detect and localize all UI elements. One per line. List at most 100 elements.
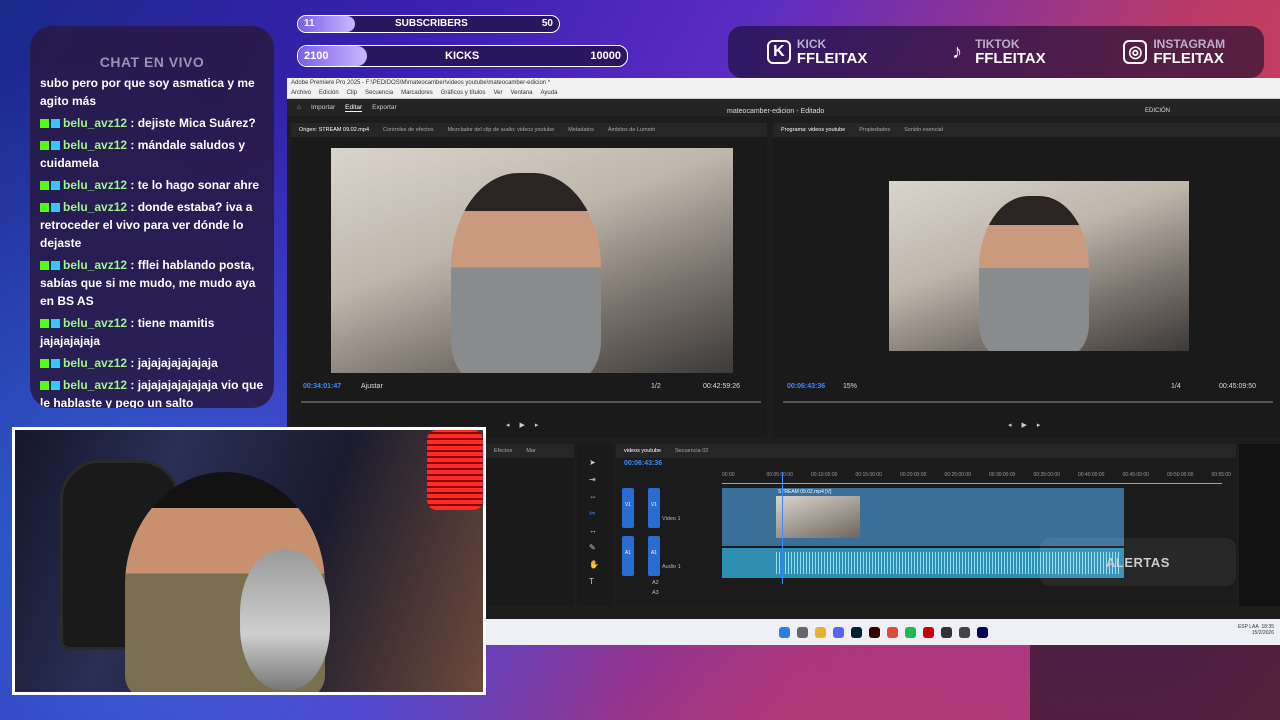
kicks-target: 10000 [590,50,621,62]
step-forward-icon[interactable]: ▸ [1037,421,1041,429]
source-person [451,173,601,373]
illustrator-icon[interactable] [868,626,880,638]
tab-import[interactable]: Importar [311,104,335,111]
photoshop-icon[interactable] [850,626,862,638]
tab-edit[interactable]: Editar [345,104,363,112]
alerts-box: ALERTAS [1040,538,1236,586]
program-zoom-select[interactable]: 15% [843,383,857,390]
track-a1-target[interactable]: A1 [648,536,660,576]
track-v1-target[interactable]: V1 [648,488,660,528]
chat-message: belu_avz12 : jajajajajajajaja vio que le… [40,376,264,408]
source-resolution[interactable]: 1/2 [651,383,661,390]
panel-tab[interactable]: Metadatos [568,127,594,133]
hand-tool-icon[interactable]: ✋ [589,556,601,573]
app-icon-2[interactable] [958,626,970,638]
source-timecode[interactable]: 00:34:01:47 [303,383,341,390]
subscriber-badge-icon [51,261,60,270]
program-scrubber[interactable] [783,401,1273,403]
ruler-tick-label: 00:40:00:00 [1078,472,1105,478]
social-instagram: ◎ INSTAGRAM FFLEITAX [1123,38,1225,66]
chat-username[interactable]: belu_avz12 [63,178,127,192]
chrome-icon[interactable] [886,626,898,638]
track-v1-source[interactable]: V1 [622,488,634,528]
timeline-ruler[interactable]: 00:00 00:05:00:00 00:10:00:00 00:15:00:00 00… [722,472,1231,484]
panel-tab[interactable]: Ámbitos de Lumetri [608,127,655,133]
bottom-right-shade [1030,645,1280,720]
program-video [889,181,1189,351]
obs-icon[interactable] [940,626,952,638]
panel-tab[interactable]: Sonido esencial [904,127,943,133]
step-back-icon[interactable]: ◂ [1008,421,1012,429]
type-tool-icon[interactable]: T [589,573,601,590]
spotify-icon[interactable] [904,626,916,638]
kick-badge-icon [40,119,49,128]
menu-item[interactable]: Gráficos y títulos [441,90,486,97]
chat-username[interactable]: belu_avz12 [63,138,127,152]
chat-username[interactable]: belu_avz12 [63,356,127,370]
tab-markers[interactable]: Mar [526,448,535,454]
ruler-tick-label: 00:20:00:00 [900,472,927,478]
slip-tool-icon[interactable]: ↔ [589,522,601,539]
program-person [979,196,1089,351]
effects-panel: Efectos Mar [486,444,574,606]
program-timecode[interactable]: 00:06:43:36 [787,383,825,390]
premiere-icon[interactable] [976,626,988,638]
ruler-tick-label: 00:30:00:00 [989,472,1016,478]
tab-export[interactable]: Exportar [372,104,397,111]
playhead[interactable] [782,472,783,584]
chat-username[interactable]: belu_avz12 [63,378,127,392]
windows-start-icon[interactable] [778,626,790,638]
pen-tool-icon[interactable]: ✎ [589,539,601,556]
kick-badge-icon [40,203,49,212]
menu-item[interactable]: Archivo [291,90,311,97]
track-a1-source[interactable]: A1 [622,536,634,576]
chat-text: : te lo hago sonar ahre [127,178,260,192]
chat-message: belu_avz12 : te lo hago sonar ahre [40,176,264,194]
home-icon[interactable]: ⌂ [297,104,301,111]
panel-tab[interactable]: Controles de efectos [383,127,433,133]
timeline-timecode[interactable]: 00:06:43:36 [624,460,662,467]
tab-effects[interactable]: Efectos [494,448,512,454]
menu-item[interactable]: Secuencia [365,90,393,97]
source-monitor: Origen: STREAM 09.02.mp4 Controles de efe… [291,123,767,438]
project-title: mateocamber-edicion - Editado [727,108,825,115]
app-icon[interactable] [922,626,934,638]
play-icon[interactable]: ▶ [520,421,525,429]
menu-item[interactable]: Edición [319,90,339,97]
search-icon[interactable] [796,626,808,638]
subscribers-current: 11 [304,18,315,29]
chat-username[interactable]: belu_avz12 [63,200,127,214]
step-forward-icon[interactable]: ▸ [535,421,539,429]
discord-icon[interactable] [832,626,844,638]
chat-username[interactable]: belu_avz12 [63,316,127,330]
panel-tab[interactable]: Propiedades [859,127,890,133]
menu-item[interactable]: Clip [347,90,357,97]
source-scrubber[interactable] [301,401,761,403]
razor-tool-icon[interactable]: ✂ [589,505,601,522]
ruler-tick-label: 00:00 [722,472,735,478]
audio-meters [1239,444,1280,606]
panel-tab[interactable]: Origen: STREAM 09.02.mp4 [299,127,369,133]
workspace-edition[interactable]: EDICIÓN [1145,108,1170,114]
chat-username[interactable]: belu_avz12 [63,116,127,130]
menu-item[interactable]: Ayuda [541,90,558,97]
program-resolution[interactable]: 1/4 [1171,383,1181,390]
play-icon[interactable]: ▶ [1022,421,1027,429]
chat-username[interactable]: belu_avz12 [63,258,127,272]
window-title: Adobe Premiere Pro 2025 - F:\PEDIDOS\M\m… [287,78,1280,89]
tab-sequence-02[interactable]: Secuencia 02 [675,448,708,454]
selection-tool-icon[interactable]: ➤ [589,454,601,471]
panel-tab[interactable]: Mezclador del clip de audio: videos yout… [447,127,554,133]
ruler-tick-label: 00:45:00:00 [1122,472,1149,478]
panel-tab[interactable]: Programa: videos youtube [781,127,845,133]
menu-item[interactable]: Ver [493,90,502,97]
step-back-icon[interactable]: ◂ [506,421,510,429]
menu-item[interactable]: Marcadores [401,90,433,97]
menu-item[interactable]: Ventana [510,90,532,97]
tab-sequence-videos-youtube[interactable]: videos youtube [624,448,661,454]
track-select-icon[interactable]: ⇥ [589,471,601,488]
ripple-edit-icon[interactable]: ⇔ [589,488,601,505]
source-fit-select[interactable]: Ajustar [361,383,383,390]
file-explorer-icon[interactable] [814,626,826,638]
tiktok-icon: ♪ [952,40,963,63]
